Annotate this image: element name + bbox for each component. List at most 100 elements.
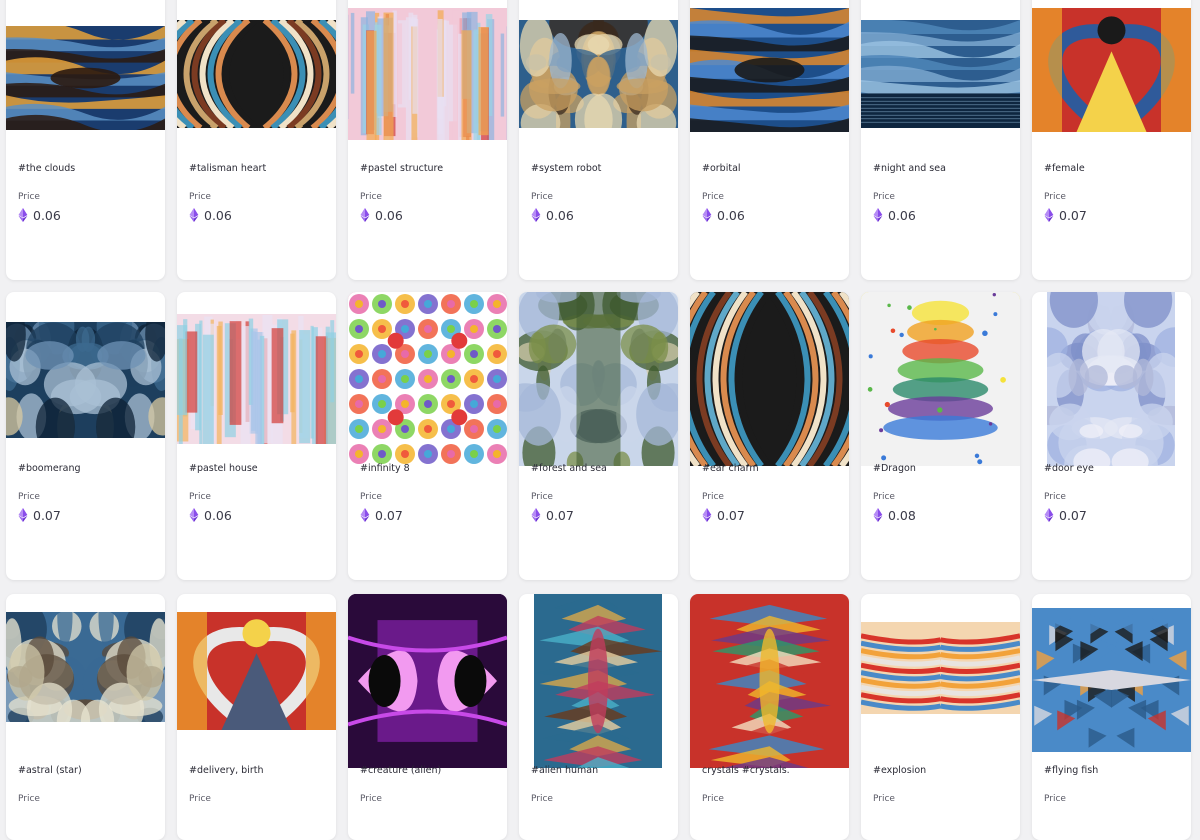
artwork-title[interactable]: #explosion (873, 765, 1013, 776)
price-label: Price (1044, 794, 1066, 804)
artwork-image[interactable] (348, 292, 507, 466)
price-label: Price (531, 192, 553, 202)
nft-card[interactable]: #flying fish Price (1032, 594, 1191, 840)
ethereum-icon (360, 508, 370, 522)
artwork-image[interactable] (1047, 292, 1175, 466)
artwork-title[interactable]: #infinity 8 (360, 463, 500, 474)
nft-card[interactable]: #Dragon Price 0.08 (861, 292, 1020, 580)
price-label: Price (873, 192, 895, 202)
nft-card[interactable]: #system robot Price 0.06 (519, 0, 678, 280)
price-label: Price (18, 192, 40, 202)
artwork-title[interactable]: #forest and sea (531, 463, 671, 474)
price-label: Price (18, 492, 40, 502)
nft-card[interactable]: #talisman heartPrice 0.06 (177, 0, 336, 280)
artwork-title[interactable]: #astral (star) (18, 765, 158, 776)
ethereum-icon (1044, 508, 1054, 522)
artwork-title[interactable]: #pastel structure (360, 163, 500, 174)
ethereum-icon (189, 508, 199, 522)
ethereum-icon (18, 208, 28, 222)
artwork-image[interactable] (348, 8, 507, 140)
nft-card[interactable]: #pastel structure Price 0.06 (348, 0, 507, 280)
artwork-title[interactable]: #boomerang (18, 463, 158, 474)
artwork-title[interactable]: crystals #crystals. (702, 765, 842, 776)
artwork-image[interactable] (6, 612, 165, 722)
price-value: 0.06 (888, 208, 916, 223)
artwork-title[interactable]: #Dragon (873, 463, 1013, 474)
artwork-image[interactable] (690, 594, 849, 768)
ethereum-icon (189, 208, 199, 222)
ethereum-icon (873, 508, 883, 522)
artwork-title[interactable]: #ear charm (702, 463, 842, 474)
artwork-title[interactable]: #flying fish (1044, 765, 1184, 776)
price-label: Price (1044, 492, 1066, 502)
price-label: Price (531, 794, 553, 804)
price-row: 0.06 (18, 207, 61, 223)
artwork-image[interactable] (6, 322, 165, 438)
artwork-image[interactable] (861, 20, 1020, 128)
artwork-image[interactable] (177, 314, 336, 444)
nft-card[interactable]: #forest and seaPrice 0.07 (519, 292, 678, 580)
artwork-title[interactable]: #creature (alien) (360, 765, 500, 776)
ethereum-icon (702, 508, 712, 522)
price-label: Price (873, 794, 895, 804)
price-label: Price (360, 794, 382, 804)
nft-card[interactable]: #infinity 8Price 0.07 (348, 292, 507, 580)
artwork-title[interactable]: #alien human (531, 765, 671, 776)
artwork-title[interactable]: #delivery, birth (189, 765, 329, 776)
price-label: Price (360, 492, 382, 502)
ethereum-icon (702, 208, 712, 222)
price-label: Price (1044, 192, 1066, 202)
nft-card[interactable]: #alien human Price (519, 594, 678, 840)
nft-card[interactable]: #boomerangPrice 0.07 (6, 292, 165, 580)
artwork-image[interactable] (690, 8, 849, 132)
artwork-image[interactable] (1032, 608, 1191, 752)
artwork-image[interactable] (519, 292, 678, 466)
nft-card[interactable]: #orbitalPrice 0.06 (690, 0, 849, 280)
artwork-image[interactable] (519, 20, 678, 128)
artwork-image[interactable] (690, 292, 849, 466)
artwork-image[interactable] (534, 594, 662, 768)
artwork-image[interactable] (348, 594, 507, 768)
artwork-title[interactable]: #the clouds (18, 163, 158, 174)
price-value: 0.06 (204, 208, 232, 223)
nft-card[interactable]: #astral (star) Price (6, 594, 165, 840)
price-value: 0.06 (375, 208, 403, 223)
nft-card[interactable]: #explosion Price (861, 594, 1020, 840)
nft-card[interactable]: #ear charmPrice 0.07 (690, 292, 849, 580)
price-row: 0.07 (1044, 507, 1087, 523)
artwork-image[interactable] (861, 622, 1020, 714)
ethereum-icon (360, 208, 370, 222)
price-label: Price (189, 492, 211, 502)
nft-card[interactable]: #night and sea Price 0.06 (861, 0, 1020, 280)
artwork-image[interactable] (177, 612, 336, 730)
artwork-image[interactable] (6, 26, 165, 130)
price-row: 0.06 (531, 207, 574, 223)
price-label: Price (360, 192, 382, 202)
artwork-title[interactable]: #night and sea (873, 163, 1013, 174)
price-value: 0.06 (204, 508, 232, 523)
artwork-title[interactable]: #pastel house (189, 463, 329, 474)
nft-card[interactable]: #delivery, birthPrice (177, 594, 336, 840)
artwork-image[interactable] (177, 20, 336, 128)
artwork-image[interactable] (1032, 8, 1191, 132)
artwork-title[interactable]: #system robot (531, 163, 671, 174)
artwork-title[interactable]: #orbital (702, 163, 842, 174)
nft-card[interactable]: #door eye Price 0.07 (1032, 292, 1191, 580)
nft-card[interactable]: #creature (alien) Price (348, 594, 507, 840)
artwork-image[interactable] (861, 292, 1020, 466)
nft-card[interactable]: #femalePrice 0.07 (1032, 0, 1191, 280)
price-row: 0.07 (702, 507, 745, 523)
ethereum-icon (531, 208, 541, 222)
nft-card[interactable]: #the clouds Price 0.06 (6, 0, 165, 280)
artwork-title[interactable]: #door eye (1044, 463, 1184, 474)
price-value: 0.07 (717, 508, 745, 523)
ethereum-icon (531, 508, 541, 522)
price-label: Price (873, 492, 895, 502)
artwork-title[interactable]: #talisman heart (189, 163, 329, 174)
artwork-title[interactable]: #female (1044, 163, 1184, 174)
ethereum-icon (873, 208, 883, 222)
price-label: Price (18, 794, 40, 804)
nft-card[interactable]: crystals #crystals.Price (690, 594, 849, 840)
nft-card[interactable]: #pastel house Price 0.06 (177, 292, 336, 580)
price-row: 0.08 (873, 507, 916, 523)
